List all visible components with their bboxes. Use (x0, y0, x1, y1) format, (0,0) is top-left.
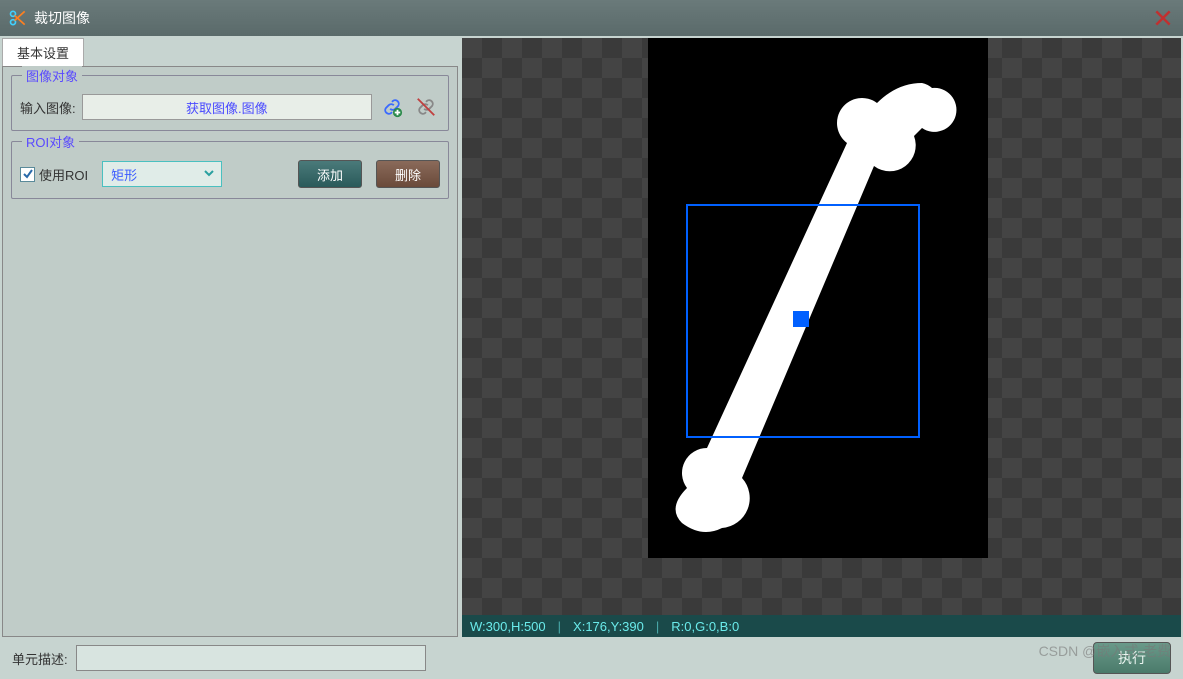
roi-center-handle[interactable] (793, 311, 809, 327)
group-roi-object: ROI对象 使用ROI 矩形 (11, 141, 449, 199)
use-roi-checkbox[interactable]: 使用ROI (20, 165, 88, 184)
scissors-icon (8, 8, 28, 28)
settings-panel: 基本设置 图像对象 输入图像: 获取图像.图像 (0, 36, 460, 637)
window-title: 裁切图像 (34, 8, 1151, 28)
tab-basic-settings[interactable]: 基本设置 (2, 38, 84, 66)
delete-button[interactable]: 删除 (376, 160, 440, 188)
info-bar: W:300,H:500 | X:176,Y:390 | R:0,G:0,B:0 (462, 615, 1181, 637)
link-break-button[interactable] (412, 94, 440, 120)
group-roi-title: ROI对象 (22, 132, 79, 151)
link-break-icon (415, 96, 437, 118)
group-image-title: 图像对象 (22, 66, 82, 85)
title-bar: 裁切图像 (0, 0, 1183, 36)
add-button[interactable]: 添加 (298, 160, 362, 188)
input-image-label: 输入图像: (20, 98, 76, 117)
checkmark-icon (20, 167, 35, 182)
group-image-object: 图像对象 输入图像: 获取图像.图像 (11, 75, 449, 131)
close-button[interactable] (1151, 6, 1175, 30)
bottom-bar: 单元描述: 执行 (0, 637, 1183, 679)
link-add-button[interactable] (378, 94, 406, 120)
info-separator: | (558, 619, 561, 634)
canvas-area[interactable] (462, 38, 1181, 615)
execute-button[interactable]: 执行 (1093, 642, 1171, 674)
unit-desc-label: 单元描述: (12, 649, 68, 668)
input-image-value: 获取图像.图像 (186, 98, 268, 117)
roi-shape-dropdown[interactable]: 矩形 (102, 161, 222, 187)
info-xy: X:176,Y:390 (573, 619, 644, 634)
chevron-down-icon (203, 167, 215, 182)
use-roi-label: 使用ROI (39, 165, 88, 184)
info-separator: | (656, 619, 659, 634)
input-image-field[interactable]: 获取图像.图像 (82, 94, 372, 120)
tab-row: 基本设置 (2, 38, 458, 66)
close-icon (1153, 8, 1173, 28)
execute-button-label: 执行 (1118, 648, 1146, 668)
info-wh: W:300,H:500 (470, 619, 546, 634)
roi-shape-selected: 矩形 (111, 165, 137, 184)
info-rgb: R:0,G:0,B:0 (671, 619, 739, 634)
link-add-icon (381, 96, 403, 118)
settings-body: 图像对象 输入图像: 获取图像.图像 (2, 66, 458, 637)
unit-desc-input[interactable] (76, 645, 426, 671)
add-button-label: 添加 (317, 165, 343, 184)
delete-button-label: 删除 (395, 165, 421, 184)
preview-panel: W:300,H:500 | X:176,Y:390 | R:0,G:0,B:0 (460, 36, 1183, 637)
